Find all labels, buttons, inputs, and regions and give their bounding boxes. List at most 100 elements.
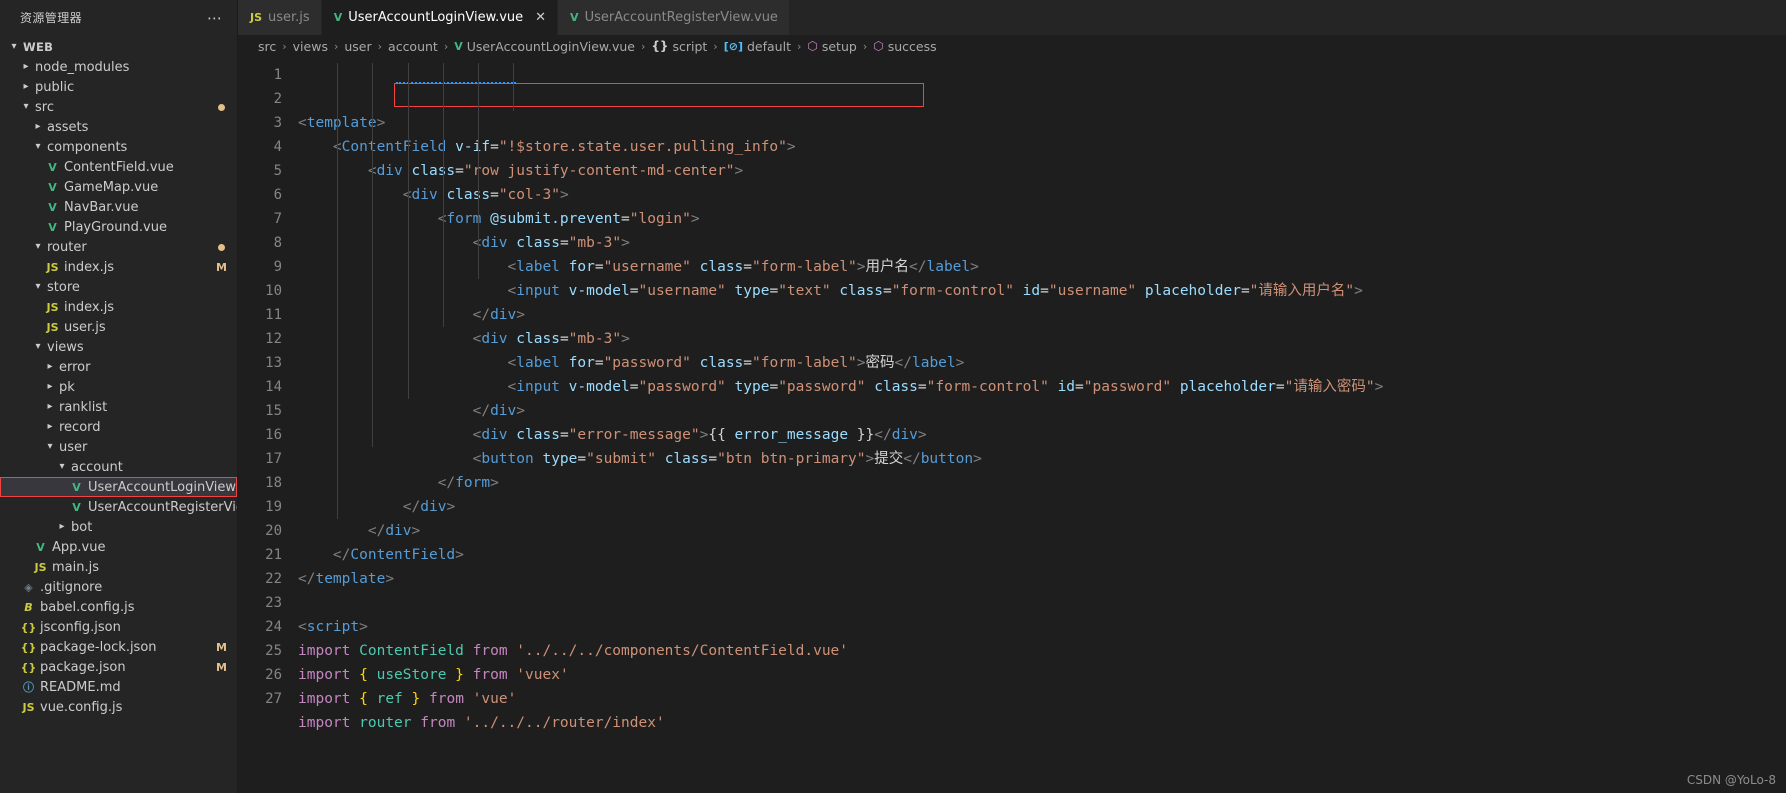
line-number: 15 <box>265 403 282 419</box>
tree-item-ranklist[interactable]: ▸ ranklist <box>0 397 237 417</box>
breadcrumb-item-src[interactable]: src <box>258 39 276 54</box>
code-line[interactable]: </div> <box>298 519 1786 543</box>
modified-badge: M <box>216 660 227 674</box>
tree-item-assets[interactable]: ▸ assets <box>0 117 237 137</box>
tab-useraccountregisterview-vue[interactable]: V UserAccountRegisterView.vue <box>558 0 790 35</box>
code-line[interactable]: <script> <box>298 615 1786 639</box>
breadcrumb-label: account <box>388 38 438 54</box>
tree-item-useraccountregisterview-vue[interactable]: V UserAccountRegisterView.vue <box>0 497 237 517</box>
breadcrumb-item-views[interactable]: views <box>293 39 328 54</box>
vue-file-icon: V <box>48 180 57 194</box>
close-icon[interactable]: ✕ <box>535 11 546 24</box>
tree-item-user[interactable]: ▾ user <box>0 437 237 457</box>
code-line[interactable]: </template> <box>298 567 1786 591</box>
code-line[interactable] <box>298 591 1786 615</box>
tab-user-js[interactable]: JS user.js <box>238 0 322 35</box>
tree-item-router[interactable]: ▾ router <box>0 237 237 257</box>
breadcrumb-label: success <box>887 38 937 54</box>
tree-item-playground-vue[interactable]: V PlayGround.vue <box>0 217 237 237</box>
tree-item-useraccountloginview-vue[interactable]: V UserAccountLoginView.vue <box>0 477 237 497</box>
tree-item-src[interactable]: ▾ src <box>0 97 237 117</box>
tree-item-gitignore[interactable]: ◈ .gitignore <box>0 577 237 597</box>
tree-item-navbar-vue[interactable]: V NavBar.vue <box>0 197 237 217</box>
code-line[interactable]: </div> <box>298 495 1786 519</box>
breadcrumb-item-setup[interactable]: ⬡ setup <box>807 39 856 54</box>
tree-item-bot[interactable]: ▸ bot <box>0 517 237 537</box>
js-file-icon: JS <box>46 300 59 314</box>
tree-item-record[interactable]: ▸ record <box>0 417 237 437</box>
tree-item-vue-config-js[interactable]: JS vue.config.js <box>0 697 237 717</box>
tree-item-views[interactable]: ▾ views <box>0 337 237 357</box>
breadcrumb-item-default[interactable]: [⊘] default <box>724 39 791 54</box>
breadcrumb-item-script[interactable]: {} script <box>651 39 707 54</box>
code-line[interactable]: <input v-model="username" type="text" cl… <box>298 279 1786 303</box>
tree-item-app-vue[interactable]: V App.vue <box>0 537 237 557</box>
breadcrumb-separator-icon: › <box>333 39 339 53</box>
code-line[interactable]: </div> <box>298 399 1786 423</box>
tree-item-user-js[interactable]: JS user.js <box>0 317 237 337</box>
line-number: 26 <box>265 667 282 683</box>
ellipsis-icon[interactable]: ⋯ <box>207 10 229 25</box>
tree-item-label: assets <box>47 119 89 135</box>
file-tree[interactable]: ▾ WEB ▸ node_modules ▸ public ▾ src ▸ assets ▾ co… <box>0 35 237 793</box>
breadcrumb-item-success[interactable]: ⬡ success <box>873 39 936 54</box>
code-line[interactable]: </ContentField> <box>298 543 1786 567</box>
code-line[interactable]: import router from '../../../router/inde… <box>298 711 1786 735</box>
chevron-right-icon: ▸ <box>23 81 29 92</box>
code-line[interactable]: <label for="password" class="form-label"… <box>298 351 1786 375</box>
line-number: 13 <box>265 355 282 371</box>
tree-item-readme-md[interactable]: ⓘ README.md <box>0 677 237 697</box>
breadcrumb[interactable]: src › views › user › account › V UserAccountLogin… <box>238 35 1786 57</box>
code-line[interactable]: <input v-model="password" type="password… <box>298 375 1786 399</box>
tree-item-main-js[interactable]: JS main.js <box>0 557 237 577</box>
tree-item-store[interactable]: ▾ store <box>0 277 237 297</box>
code-line[interactable]: </div> <box>298 303 1786 327</box>
code-line[interactable]: <form @submit.prevent="login"> <box>298 207 1786 231</box>
tree-item-label: .gitignore <box>40 579 103 595</box>
code-line[interactable]: <div class="row justify-content-md-cente… <box>298 159 1786 183</box>
code-content[interactable]: <template> <ContentField v-if="!$store.s… <box>296 57 1786 793</box>
tree-item-pk[interactable]: ▸ pk <box>0 377 237 397</box>
tree-root-web[interactable]: ▾ WEB <box>0 37 237 57</box>
tree-item-index-js[interactable]: JS index.js <box>0 297 237 317</box>
code-line[interactable]: <template> <box>298 111 1786 135</box>
vue-icon: V <box>570 11 579 24</box>
code-editor[interactable]: 1 2 3 4 5 6 7 8 9 10 11 12 13 14 15 16 17 18 19 20 21 22 23 24 2… <box>238 57 1786 793</box>
cube-icon: ⬡ <box>873 39 884 53</box>
code-line[interactable]: <button type="submit" class="btn btn-pri… <box>298 447 1786 471</box>
json-file-icon: {} <box>20 640 37 654</box>
tab-useraccountloginview-vue[interactable]: V UserAccountLoginView.vue ✕ <box>321 0 559 35</box>
code-line[interactable]: import { useStore } from 'vuex' <box>298 663 1786 687</box>
breadcrumb-item-user[interactable]: user <box>344 39 371 54</box>
line-number: 20 <box>265 523 282 539</box>
code-line[interactable]: <div class="mb-3"> <box>298 231 1786 255</box>
tree-item-package-lock-json[interactable]: {} package-lock.json M <box>0 637 237 657</box>
tree-item-contentfield-vue[interactable]: V ContentField.vue <box>0 157 237 177</box>
tree-item-components[interactable]: ▾ components <box>0 137 237 157</box>
tree-item-jsconfig-json[interactable]: {} jsconfig.json <box>0 617 237 637</box>
code-line[interactable]: <div class="col-3"> <box>298 183 1786 207</box>
code-line[interactable]: <ContentField v-if="!$store.state.user.p… <box>298 135 1786 159</box>
tree-item-babel-config-js[interactable]: Bbabel.config.js <box>0 597 237 617</box>
tree-item-node-modules[interactable]: ▸ node_modules <box>0 57 237 77</box>
chevron-down-icon: ▾ <box>11 41 17 52</box>
code-line[interactable]: <div class="error-message">{{ error_mess… <box>298 423 1786 447</box>
tree-item-public[interactable]: ▸ public <box>0 77 237 97</box>
code-line[interactable]: import { ref } from 'vue' <box>298 687 1786 711</box>
tree-item-account[interactable]: ▾ account <box>0 457 237 477</box>
tree-item-label: README.md <box>40 679 121 695</box>
code-line[interactable]: <div class="mb-3"> <box>298 327 1786 351</box>
code-line[interactable]: import ContentField from '../../../compo… <box>298 639 1786 663</box>
tree-item-label: user.js <box>64 319 106 335</box>
code-line[interactable] <box>298 735 1786 759</box>
code-line[interactable]: </form> <box>298 471 1786 495</box>
tree-item-package-json[interactable]: {} package.json M <box>0 657 237 677</box>
breadcrumb-item-account[interactable]: account <box>388 39 438 54</box>
breadcrumb-item-useraccountloginview-vue[interactable]: V UserAccountLoginView.vue <box>454 39 635 54</box>
error-squiggle <box>396 82 516 84</box>
tree-item-index-js[interactable]: JS index.js M <box>0 257 237 277</box>
code-line[interactable]: <label for="username" class="form-label"… <box>298 255 1786 279</box>
tree-item-label: GameMap.vue <box>64 179 159 195</box>
tree-item-error[interactable]: ▸ error <box>0 357 237 377</box>
tree-item-gamemap-vue[interactable]: V GameMap.vue <box>0 177 237 197</box>
